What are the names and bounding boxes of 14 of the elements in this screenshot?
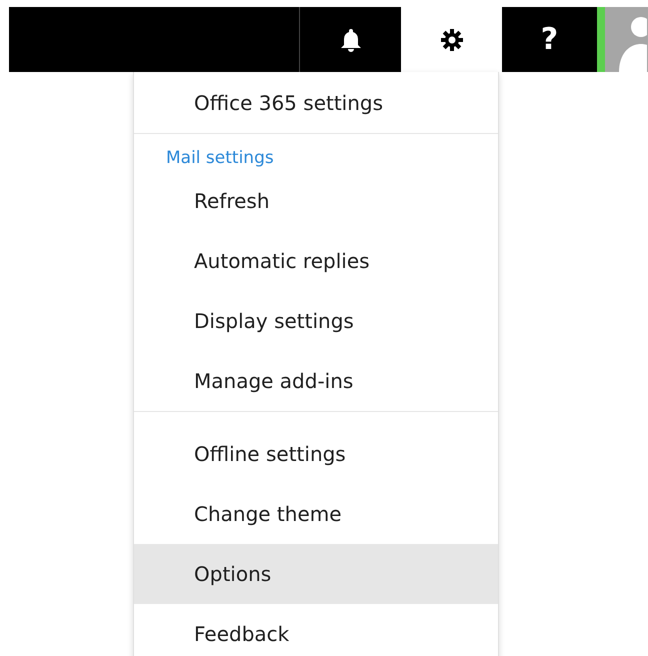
menu-item[interactable]: Automatic replies (134, 231, 498, 291)
status-strip (597, 7, 605, 72)
menu-item[interactable]: Offline settings (134, 424, 498, 484)
menu-item[interactable]: Feedback (134, 604, 498, 656)
notifications-button[interactable] (300, 7, 401, 72)
help-button[interactable]: ? (502, 7, 597, 72)
menu-item[interactable]: Manage add-ins (134, 351, 498, 411)
menu-item[interactable]: Office 365 settings (134, 73, 498, 133)
menu-item[interactable]: Refresh (134, 171, 498, 231)
bell-icon (340, 28, 362, 52)
menu-item[interactable]: Change theme (134, 484, 498, 544)
menu-item[interactable]: Display settings (134, 291, 498, 351)
menu-item[interactable]: Options (134, 544, 498, 604)
section-header: Mail settings (165, 147, 274, 170)
